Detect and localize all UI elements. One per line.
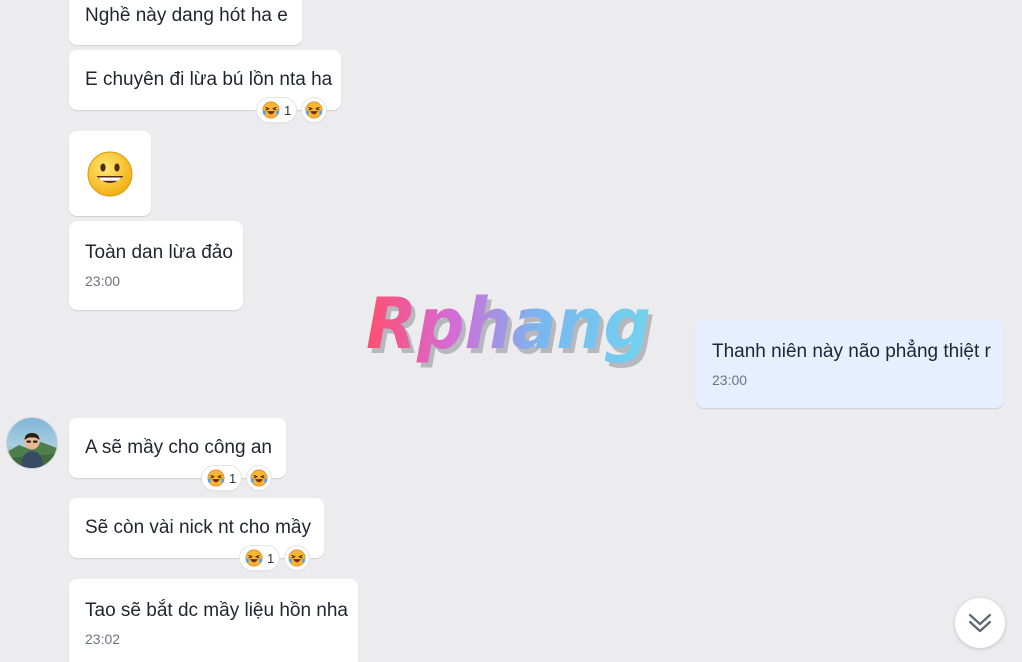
reaction-count-pill[interactable]: 1: [202, 466, 242, 490]
laughing-tears-icon: [305, 101, 323, 119]
message-text: E chuyên đi lừa bú lồn nta ha: [85, 69, 333, 90]
laughing-tears-icon: [262, 101, 280, 119]
reaction-bar: 1: [202, 466, 272, 490]
message-bubble[interactable]: Nghề này dang hót ha e: [69, 0, 302, 45]
message-time: 23:00: [85, 273, 121, 289]
watermark-text: Rphang: [366, 286, 651, 365]
reaction-count: 1: [267, 550, 275, 566]
grinning-face-icon: [87, 151, 133, 196]
message-text: Thanh niên này não phẳng thiệt r: [712, 341, 991, 362]
message-text: Nghề này dang hót ha e: [85, 5, 288, 26]
message-text: Tao sẽ bắt dc mầy liệu hồn nha: [85, 600, 349, 621]
laughing-tears-icon: [207, 469, 225, 487]
contact-avatar[interactable]: [7, 418, 57, 468]
message-bubble[interactable]: Tao sẽ bắt dc mầy liệu hồn nha 23:02: [69, 579, 358, 662]
rphang-watermark: Rphang Rphang: [366, 286, 655, 370]
laughing-tears-icon: [288, 549, 306, 567]
double-chevron-down-icon: [968, 613, 992, 633]
reaction-count-pill[interactable]: 1: [257, 98, 297, 122]
message-text: Sẽ còn vài nick nt cho mầy: [85, 517, 311, 538]
message-text: Toàn dan lừa đảo: [85, 242, 233, 263]
avatar-image: [7, 418, 57, 468]
add-reaction-button[interactable]: [302, 98, 327, 122]
laughing-tears-icon: [245, 549, 263, 567]
reaction-count: 1: [229, 470, 237, 486]
reaction-count: 1: [284, 102, 292, 118]
message-text: A sẽ mầy cho công an: [85, 437, 272, 458]
scroll-to-bottom-button[interactable]: [955, 598, 1005, 648]
message-bubble[interactable]: 😀: [69, 131, 151, 216]
laughing-tears-icon: [250, 469, 268, 487]
add-reaction-button[interactable]: [247, 466, 272, 490]
message-time: 23:02: [85, 631, 121, 647]
add-reaction-button[interactable]: [285, 546, 310, 570]
message-bubble-outgoing[interactable]: Thanh niên này não phẳng thiệt r 23:00: [696, 320, 1004, 408]
message-bubble[interactable]: Toàn dan lừa đảo 23:00: [69, 221, 243, 310]
message-time: 23:00: [712, 372, 748, 388]
reaction-bar: 1: [240, 546, 310, 570]
reaction-count-pill[interactable]: 1: [240, 546, 280, 570]
reaction-bar: 1: [257, 98, 327, 122]
